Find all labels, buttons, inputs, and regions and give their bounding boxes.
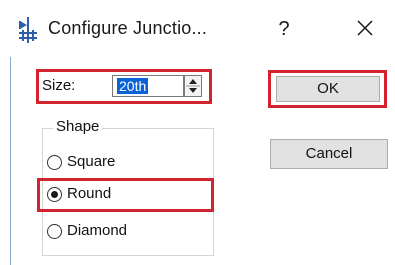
- radio-square-label: Square: [67, 153, 116, 170]
- help-button[interactable]: ?: [272, 15, 296, 43]
- title-bar[interactable]: Configure Junctio... ?: [0, 0, 395, 57]
- ok-highlight-box: [268, 70, 387, 108]
- shape-group-label: Shape: [53, 118, 103, 135]
- junction-icon: [19, 17, 37, 43]
- round-highlight-box: [37, 178, 214, 212]
- cancel-button[interactable]: Cancel: [270, 139, 388, 169]
- radio-unselected-icon: [47, 224, 62, 239]
- window-border: [10, 57, 11, 265]
- configure-junction-dialog: Configure Junctio... ? Size: 20th Shape …: [0, 0, 395, 265]
- close-icon[interactable]: [352, 14, 378, 42]
- size-highlight-box: [36, 69, 212, 104]
- radio-diamond-label: Diamond: [67, 222, 128, 239]
- window-title: Configure Junctio...: [48, 18, 208, 38]
- radio-unselected-icon: [47, 155, 62, 170]
